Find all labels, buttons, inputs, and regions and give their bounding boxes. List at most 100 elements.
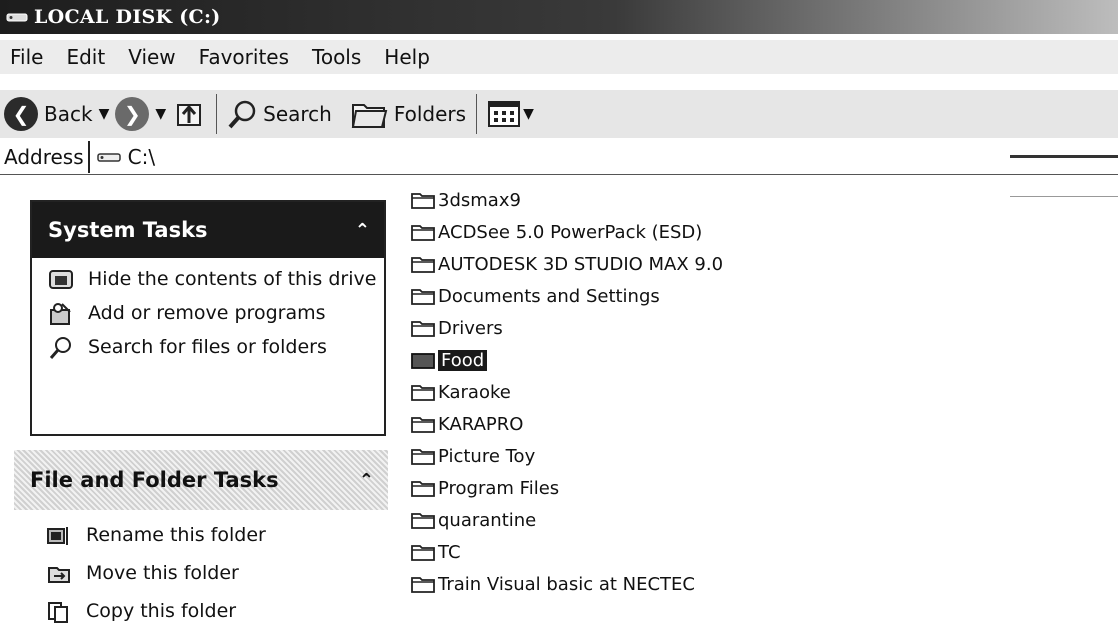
move-icon: [48, 567, 70, 583]
address-value: C:\: [127, 145, 156, 169]
folder-icon: [411, 544, 435, 561]
add-remove-programs-icon: [50, 303, 71, 325]
folder-item-selected[interactable]: Food: [410, 344, 1010, 376]
folder-icon: [411, 512, 435, 529]
folders-label: Folders: [393, 102, 467, 126]
menu-tools[interactable]: Tools: [300, 45, 372, 69]
task-rename-folder[interactable]: Rename this folder: [46, 524, 382, 548]
folder-name: 3dsmax9: [438, 189, 521, 211]
search-icon: [49, 337, 71, 359]
folder-name: Food: [438, 349, 488, 371]
folder-name: Karaoke: [438, 381, 511, 403]
folder-name: Program Files: [438, 477, 560, 499]
folder-item[interactable]: Drivers: [410, 312, 1010, 344]
file-folder-tasks-title: File and Folder Tasks: [30, 468, 279, 492]
folder-item[interactable]: quarantine: [410, 504, 1010, 536]
search-label: Search: [263, 102, 332, 126]
address-input[interactable]: C:\: [87, 141, 1118, 173]
task-label: Rename this folder: [86, 524, 266, 546]
folder-name: AUTODESK 3D STUDIO MAX 9.0: [438, 253, 724, 275]
folder-name: Drivers: [438, 317, 503, 339]
folder-item[interactable]: ACDSee 5.0 PowerPack (ESD): [410, 216, 1010, 248]
folder-icon: [411, 288, 435, 305]
toolbar-separator: [476, 94, 478, 134]
folder-item[interactable]: Train Visual basic at NECTEC: [410, 568, 1010, 600]
task-copy-folder[interactable]: Copy this folder: [46, 600, 382, 624]
task-move-folder[interactable]: Move this folder: [46, 562, 382, 586]
search-button[interactable]: Search: [227, 98, 332, 130]
forward-dropdown-icon[interactable]: ▼: [155, 106, 166, 122]
folder-icon: [411, 224, 435, 241]
toolbar-separator: [216, 94, 218, 134]
address-label: Address: [4, 145, 84, 169]
folder-icon: [411, 384, 435, 401]
menu-favorites[interactable]: Favorites: [187, 45, 300, 69]
folders-icon: [351, 104, 388, 128]
search-icon: [228, 100, 256, 129]
folder-icon: [411, 480, 435, 497]
task-hide-contents[interactable]: Hide the contents of this drive: [48, 268, 384, 292]
window-title: LOCAL DISK (C:): [34, 6, 221, 28]
back-arrow-icon: ❮: [4, 97, 38, 131]
menu-edit[interactable]: Edit: [54, 45, 116, 69]
forward-button[interactable]: ❯: [115, 97, 150, 131]
folder-item[interactable]: KARAPRO: [410, 408, 1010, 440]
folder-icon: [411, 416, 435, 433]
folder-name: KARAPRO: [438, 413, 524, 435]
task-label: Search for files or folders: [88, 336, 327, 358]
folders-button[interactable]: Folders: [350, 97, 466, 131]
menu-bar: File Edit View Favorites Tools Help: [0, 40, 1118, 74]
collapse-icon[interactable]: ⌃: [359, 470, 374, 491]
task-search-files[interactable]: Search for files or folders: [48, 336, 384, 360]
address-edge: [1010, 155, 1118, 158]
folder-item[interactable]: AUTODESK 3D STUDIO MAX 9.0: [410, 248, 1010, 280]
folder-name: Train Visual basic at NECTEC: [438, 573, 695, 595]
views-icon: [488, 101, 521, 127]
system-tasks-header[interactable]: System Tasks ⌃: [32, 202, 384, 258]
divider: [1010, 196, 1118, 197]
folder-item[interactable]: Picture Toy: [410, 440, 1010, 472]
hide-contents-icon: [49, 270, 73, 289]
task-label: Add or remove programs: [88, 302, 326, 324]
views-button[interactable]: ▼: [487, 99, 540, 129]
back-dropdown-icon[interactable]: ▼: [99, 106, 110, 122]
folder-icon: [411, 352, 435, 369]
drive-icon: [6, 13, 28, 22]
task-label: Move this folder: [86, 562, 239, 584]
toolbar: ❮ Back ▼ ❯ ▼ Search Folders ▼: [0, 90, 1118, 138]
up-button[interactable]: [172, 97, 206, 131]
system-tasks-title: System Tasks: [48, 218, 208, 242]
system-tasks-panel: System Tasks ⌃ Hide the contents of this…: [30, 200, 386, 436]
file-folder-tasks-panel: File and Folder Tasks ⌃ Rename this fold…: [14, 450, 388, 624]
views-dropdown-icon: ▼: [523, 106, 534, 122]
folder-icon: [411, 576, 435, 593]
rename-icon: [47, 527, 68, 545]
folder-item[interactable]: TC: [410, 536, 1010, 568]
file-folder-tasks-header[interactable]: File and Folder Tasks ⌃: [14, 450, 388, 510]
title-bar: LOCAL DISK (C:): [0, 0, 1118, 34]
folder-name: Picture Toy: [438, 445, 536, 467]
forward-arrow-icon: ❯: [115, 97, 150, 131]
folder-item[interactable]: Documents and Settings: [410, 280, 1010, 312]
folder-icon: [411, 256, 435, 273]
menu-view[interactable]: View: [116, 45, 186, 69]
folder-item[interactable]: 3dsmax9: [410, 184, 1010, 216]
menu-file[interactable]: File: [0, 45, 54, 69]
folder-icon: [411, 320, 435, 337]
task-label: Copy this folder: [86, 600, 237, 622]
task-label: Hide the contents of this drive: [88, 268, 377, 290]
copy-icon: [48, 602, 68, 623]
folder-name: TC: [438, 541, 461, 563]
up-folder-icon: [177, 104, 202, 126]
back-button[interactable]: ❮ Back: [4, 97, 93, 131]
folder-item[interactable]: Program Files: [410, 472, 1010, 504]
drive-icon: [96, 153, 121, 162]
back-label: Back: [44, 102, 93, 126]
task-add-remove-programs[interactable]: Add or remove programs: [48, 302, 384, 326]
folder-name: quarantine: [438, 509, 537, 531]
collapse-icon[interactable]: ⌃: [355, 220, 370, 241]
folder-name: Documents and Settings: [438, 285, 660, 307]
file-list: 3dsmax9 ACDSee 5.0 PowerPack (ESD) AUTOD…: [410, 184, 1010, 600]
folder-item[interactable]: Karaoke: [410, 376, 1010, 408]
menu-help[interactable]: Help: [372, 45, 441, 69]
